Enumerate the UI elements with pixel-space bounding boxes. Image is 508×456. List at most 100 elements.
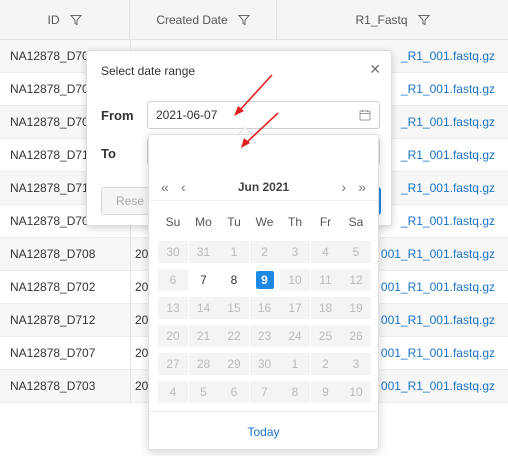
calendar-pointer [238,127,252,134]
calendar-day: 4 [310,241,341,263]
cell-id: NA12878_D70 [10,82,89,96]
cell-r1-fastq-link[interactable]: _R1_001.fastq.gz [401,82,495,96]
calendar-day: 6 [219,381,249,403]
calendar-day: 5 [341,241,371,263]
cell-created-date: 20 [135,313,149,327]
column-header-r1-fastq[interactable]: R1_Fastq [277,0,508,40]
calendar-day: 6 [158,269,188,291]
cell-r1-fastq-link[interactable]: _R1_001.fastq.gz [401,115,495,129]
calendar-day: 2 [310,353,341,375]
weekday-label: Tu [227,215,241,229]
from-label: From [101,108,134,123]
cell-id: NA12878_D702 [10,280,96,294]
calendar-day: 21 [188,325,219,347]
cell-id: NA12878_D707 [10,346,96,360]
calendar-day: 22 [219,325,249,347]
column-label: ID [47,13,60,27]
calendar-day: 10 [341,381,371,403]
calendar-dropdown: « ‹ Jun 2021 › » Su Mo Tu We Th Fr Sa 30 31 1 2 3 4… [148,134,379,450]
calendar-day: 23 [249,325,280,347]
calendar-day[interactable]: 7 [189,269,219,291]
calendar-day: 13 [158,297,188,319]
calendar-day: 19 [341,297,371,319]
calendar-day: 31 [188,241,219,263]
cell-r1-fastq-link[interactable]: 001_R1_001.fastq.gz [381,379,495,393]
calendar-day: 25 [310,325,341,347]
cell-r1-fastq-link[interactable]: _R1_001.fastq.gz [401,49,495,63]
calendar-day: 9 [310,381,341,403]
cell-id: NA12878_D712 [10,313,96,327]
calendar-day: 1 [219,241,249,263]
cell-created-date: 20 [135,247,149,261]
weekday-label: Su [165,215,181,229]
calendar-day: 4 [158,381,188,403]
cell-r1-fastq-link[interactable]: _R1_001.fastq.gz [401,148,495,162]
calendar-day: 30 [158,241,188,263]
weekday-label: Th [287,215,302,229]
calendar-day: 7 [249,381,280,403]
cell-r1-fastq-link[interactable]: 001_R1_001.fastq.gz [381,313,495,327]
next-year-button[interactable]: » [358,179,366,195]
cell-id: NA12878_D70 [10,49,89,63]
calendar-day: 3 [341,353,371,375]
column-label: Created Date [156,13,228,27]
filter-icon[interactable] [237,14,250,26]
calendar-day: 1 [280,353,310,375]
dialog-title: Select date range [101,64,196,78]
from-date-input[interactable]: 2021-06-07 [147,101,380,129]
calendar-day: 17 [280,297,310,319]
cell-id: NA12878_D70 [10,214,89,228]
calendar-day: 18 [310,297,341,319]
cell-created-date: 20 [135,346,149,360]
column-label: R1_Fastq [355,13,408,27]
cell-r1-fastq-link[interactable]: 001_R1_001.fastq.gz [381,346,495,360]
calendar-day: 29 [219,353,249,375]
calendar-day: 15 [219,297,249,319]
calendar-day: 11 [310,269,341,291]
calendar-icon[interactable] [359,109,371,121]
filter-icon[interactable] [69,14,82,26]
weekday-label: Sa [348,215,364,229]
calendar-day: 5 [188,381,219,403]
close-icon[interactable]: ✕ [369,61,381,77]
cell-r1-fastq-link[interactable]: 001_R1_001.fastq.gz [381,280,495,294]
calendar-day: 20 [158,325,188,347]
weekday-label: We [255,215,274,229]
calendar-day: 10 [280,269,310,291]
calendar-day: 8 [280,381,310,403]
table-header: ID Created Date R1_Fastq [0,0,508,40]
calendar-day: 2 [249,241,280,263]
cell-r1-fastq-link[interactable]: 001_R1_001.fastq.gz [381,247,495,261]
column-header-id[interactable]: ID [0,0,130,40]
cell-created-date: 20 [135,379,149,393]
cell-id: NA12878_D703 [10,379,96,393]
calendar-day: 26 [341,325,371,347]
cell-created-date: 20 [135,280,149,294]
calendar-day: 28 [188,353,219,375]
calendar-day: 14 [188,297,219,319]
next-month-button[interactable]: › [341,179,346,195]
calendar-day: 30 [249,353,280,375]
filter-icon[interactable] [417,14,430,26]
from-date-value: 2021-06-07 [156,108,218,122]
calendar-day: 3 [280,241,310,263]
calendar-day-selected[interactable]: 9 [255,271,274,289]
column-header-created-date[interactable]: Created Date [130,0,277,40]
calendar-day: 12 [341,269,371,291]
weekday-label: Mo [195,215,212,229]
cell-id: NA12878_D71 [10,181,89,195]
cell-id: NA12878_D70 [10,115,89,129]
calendar-day: 27 [158,353,188,375]
calendar-day[interactable]: 8 [219,269,249,291]
calendar-day: 16 [249,297,280,319]
cell-r1-fastq-link[interactable]: _R1_001.fastq.gz [401,214,495,228]
cell-r1-fastq-link[interactable]: _R1_001.fastq.gz [401,181,495,195]
weekday-label: Fr [319,215,332,229]
cell-id: NA12878_D71 [10,148,89,162]
calendar-day: 24 [280,325,310,347]
to-label: To [101,146,116,161]
cell-id: NA12878_D708 [10,247,96,261]
calendar-header: « ‹ Jun 2021 › » [149,175,378,201]
calendar-footer: Today [149,411,378,449]
today-link[interactable]: Today [149,425,378,439]
